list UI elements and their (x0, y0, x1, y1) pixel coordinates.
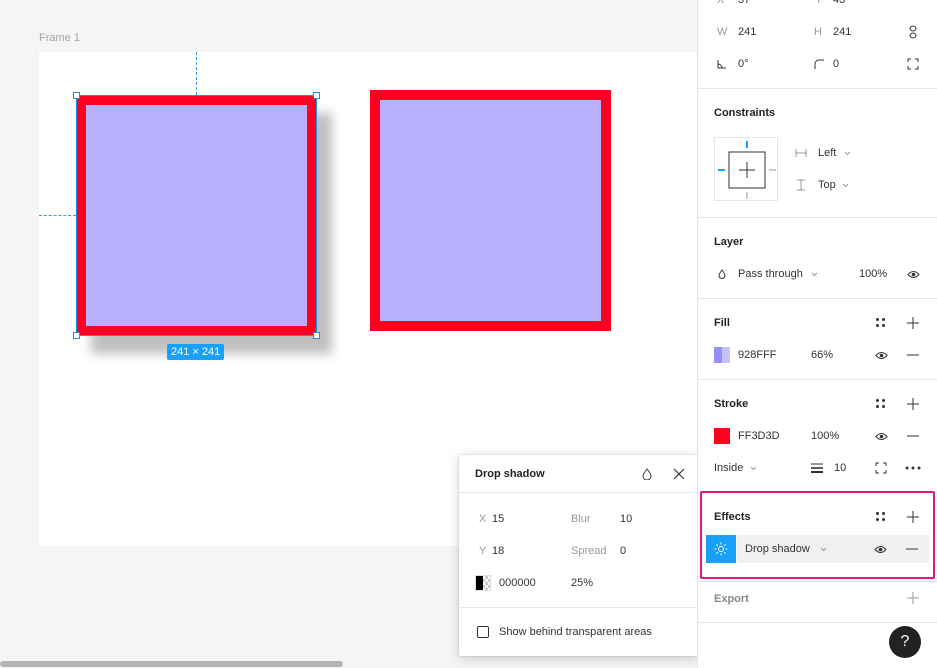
stroke-title: Stroke (714, 398, 749, 410)
add-icon[interactable] (906, 397, 920, 411)
fill-hex-input[interactable]: 928FFF (738, 349, 777, 361)
chevron-down-icon (810, 270, 818, 278)
independent-corners-icon[interactable] (906, 57, 920, 71)
effects-highlight (700, 491, 935, 579)
stroke-weight-icon (810, 461, 824, 475)
constrain-proportions-icon[interactable] (907, 24, 919, 40)
resize-handle-bottom-left[interactable] (73, 332, 80, 339)
layer-section: Layer Pass through 100% (698, 218, 937, 299)
individual-strokes-icon[interactable] (874, 461, 888, 475)
spread-label: Spread (571, 545, 607, 557)
shadow-color-swatch[interactable] (475, 575, 491, 591)
fill-color-swatch[interactable] (714, 347, 730, 363)
w-input[interactable]: 241 (738, 26, 756, 38)
horizontal-scrollbar[interactable] (0, 661, 343, 667)
drop-shadow-popover: Drop shadow X 15 Blur 10 Y 18 Spread 0 0… (459, 455, 697, 656)
chevron-down-icon (841, 181, 849, 189)
horizontal-constraint-icon (795, 147, 807, 159)
stroke-opacity-input[interactable]: 100% (811, 430, 839, 442)
fill-section: Fill 928FFF 66% (698, 299, 937, 380)
export-section: Export (698, 582, 937, 623)
blur-input[interactable]: 10 (620, 513, 632, 525)
blend-mode-select[interactable]: Pass through (738, 268, 803, 280)
y-label: Y (479, 545, 487, 557)
size-badge: 241 × 241 (167, 344, 225, 360)
divider (459, 607, 697, 608)
y-label: Y (815, 0, 823, 6)
corner-radius-icon (813, 58, 825, 70)
selected-rectangle[interactable] (76, 95, 317, 336)
x-label: X (717, 0, 725, 6)
vertical-constraint-icon (795, 179, 807, 191)
blend-drop-icon[interactable] (639, 466, 655, 482)
rectangle[interactable] (370, 90, 611, 331)
constraints-section: Constraints Left Top (698, 89, 937, 218)
w-label: W (717, 26, 728, 38)
vertical-guide (196, 52, 197, 95)
popover-title: Drop shadow (475, 468, 545, 480)
stroke-position-select[interactable]: Inside (714, 462, 743, 474)
transform-section: X 37 Y 43 W 241 H 241 0° 0 (698, 0, 937, 89)
export-title: Export (714, 593, 749, 605)
fill-title: Fill (714, 317, 730, 329)
remove-icon[interactable] (906, 429, 920, 443)
blend-mode-icon (716, 268, 728, 280)
y-input[interactable]: 18 (492, 545, 504, 557)
resize-handle-top-left[interactable] (73, 92, 80, 99)
corner-radius-input[interactable]: 0 (833, 58, 839, 70)
layer-title: Layer (714, 236, 744, 248)
stroke-hex-input[interactable]: FF3D3D (738, 430, 780, 442)
h-input[interactable]: 241 (833, 26, 851, 38)
shadow-opacity-input[interactable]: 25% (571, 577, 593, 589)
eye-icon[interactable] (906, 267, 920, 281)
chevron-down-icon (749, 464, 757, 472)
resize-handle-top-right[interactable] (313, 92, 320, 99)
frame-label[interactable]: Frame 1 (39, 32, 80, 44)
style-grid-icon[interactable] (876, 318, 886, 328)
show-behind-label[interactable]: Show behind transparent areas (499, 626, 652, 638)
add-icon[interactable] (906, 591, 920, 605)
layer-opacity-input[interactable]: 100% (859, 268, 887, 280)
add-icon[interactable] (906, 316, 920, 330)
resize-handle-bottom-right[interactable] (313, 332, 320, 339)
stroke-color-swatch[interactable] (714, 428, 730, 444)
popover-header: Drop shadow (459, 455, 697, 493)
shadow-color-input[interactable]: 000000 (499, 577, 536, 589)
rotation-icon (716, 58, 728, 70)
constraints-title: Constraints (714, 107, 776, 119)
x-input[interactable]: 37 (738, 0, 750, 6)
eye-icon[interactable] (874, 348, 888, 362)
spread-input[interactable]: 0 (620, 545, 626, 557)
more-options-icon[interactable] (904, 461, 922, 475)
style-grid-icon[interactable] (876, 399, 886, 409)
eye-icon[interactable] (874, 429, 888, 443)
chevron-down-icon (843, 149, 851, 157)
x-label: X (479, 513, 487, 525)
x-input[interactable]: 15 (492, 513, 504, 525)
canvas[interactable]: Frame 1 241 × 241 Drop shadow X 15 Blur … (0, 0, 697, 668)
y-input[interactable]: 43 (833, 0, 845, 6)
horizontal-guide (39, 215, 76, 216)
constraint-widget[interactable] (714, 137, 778, 201)
show-behind-checkbox[interactable] (477, 626, 489, 638)
stroke-section: Stroke FF3D3D 100% Inside 10 (698, 380, 937, 490)
horizontal-constraint-select[interactable]: Left (818, 147, 836, 159)
stroke-weight-input[interactable]: 10 (834, 462, 846, 474)
close-icon[interactable] (671, 466, 687, 482)
rotation-input[interactable]: 0° (738, 58, 749, 70)
help-button[interactable]: ? (889, 626, 921, 658)
h-label: H (814, 26, 822, 38)
remove-icon[interactable] (906, 348, 920, 362)
blur-label: Blur (571, 513, 591, 525)
fill-opacity-input[interactable]: 66% (811, 349, 833, 361)
vertical-constraint-select[interactable]: Top (818, 179, 836, 191)
